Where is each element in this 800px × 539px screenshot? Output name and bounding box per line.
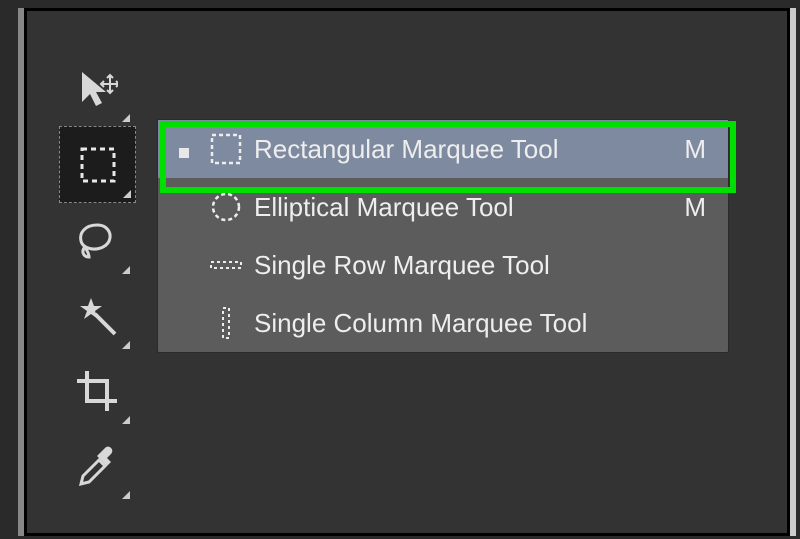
magic-wand-icon <box>75 294 119 338</box>
menu-item-single-row-marquee[interactable]: Single Row Marquee Tool <box>158 236 728 294</box>
flyout-caret-icon <box>123 190 131 198</box>
move-tool-icon <box>76 68 118 110</box>
menu-item-shortcut: M <box>666 192 706 223</box>
menu-item-label: Single Column Marquee Tool <box>254 308 666 339</box>
flyout-caret-icon <box>122 491 130 499</box>
tools-toolbar <box>59 51 134 503</box>
rectangular-marquee-icon <box>78 145 118 185</box>
screenshot-frame: Rectangular Marquee Tool M Elliptical Ma… <box>24 8 790 536</box>
menu-item-single-column-marquee[interactable]: Single Column Marquee Tool <box>158 294 728 352</box>
flyout-caret-icon <box>122 114 130 122</box>
marquee-tool[interactable] <box>59 126 136 203</box>
rectangular-marquee-icon <box>198 132 254 166</box>
magic-wand-tool[interactable] <box>59 278 134 353</box>
marquee-flyout-menu: Rectangular Marquee Tool M Elliptical Ma… <box>157 119 729 353</box>
crop-tool-icon <box>75 369 119 413</box>
move-tool[interactable] <box>59 51 134 126</box>
active-tool-indicator <box>170 134 198 165</box>
menu-item-label: Single Row Marquee Tool <box>254 250 666 281</box>
single-column-marquee-icon <box>198 306 254 340</box>
lasso-tool-icon <box>75 219 119 263</box>
menu-item-label: Elliptical Marquee Tool <box>254 192 666 223</box>
eyedropper-icon <box>75 444 119 488</box>
single-row-marquee-icon <box>198 258 254 272</box>
flyout-caret-icon <box>122 266 130 274</box>
flyout-caret-icon <box>122 341 130 349</box>
menu-item-shortcut: M <box>666 134 706 165</box>
lasso-tool[interactable] <box>59 203 134 278</box>
menu-item-elliptical-marquee[interactable]: Elliptical Marquee Tool M <box>158 178 728 236</box>
menu-item-rectangular-marquee[interactable]: Rectangular Marquee Tool M <box>158 120 728 178</box>
flyout-caret-icon <box>122 416 130 424</box>
menu-item-label: Rectangular Marquee Tool <box>254 134 666 165</box>
crop-tool[interactable] <box>59 353 134 428</box>
eyedropper-tool[interactable] <box>59 428 134 503</box>
elliptical-marquee-icon <box>198 190 254 224</box>
